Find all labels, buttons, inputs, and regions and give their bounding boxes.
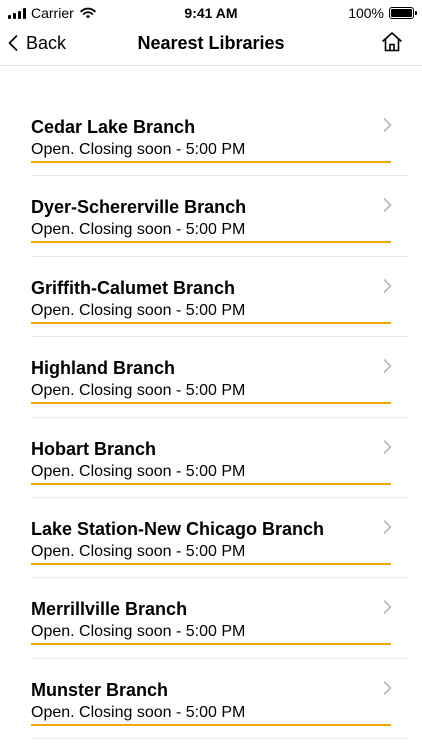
library-hours-status: Open. Closing soon - 5:00 PM xyxy=(31,381,391,405)
library-list-item[interactable]: Cedar Lake Branch Open. Closing soon - 5:… xyxy=(31,96,408,177)
library-hours-status: Open. Closing soon - 5:00 PM xyxy=(31,140,391,163)
library-hours-status: Open. Closing soon - 5:00 PM xyxy=(31,301,391,324)
chevron-right-icon xyxy=(383,600,392,615)
navigation-bar: Back Nearest Libraries xyxy=(0,26,422,66)
chevron-right-icon xyxy=(383,439,392,454)
library-list-item[interactable]: Merrillville Branch Open. Closing soon - … xyxy=(31,578,408,659)
battery-icon xyxy=(389,7,417,19)
library-list-item[interactable]: Dyer-Schererville Branch Open. Closing so… xyxy=(31,176,408,257)
chevron-right-icon xyxy=(383,278,392,293)
chevron-right-icon xyxy=(383,198,392,213)
library-hours-status: Open. Closing soon - 5:00 PM xyxy=(31,622,391,646)
library-list-item[interactable]: Highland Branch Open. Closing soon - 5:00… xyxy=(31,337,408,418)
library-hours-status: Open. Closing soon - 5:00 PM xyxy=(31,703,391,726)
status-bar: Carrier 9:41 AM 100% xyxy=(0,0,422,26)
library-list-item[interactable]: Lake Station-New Chicago Branch Open. Clo… xyxy=(31,498,408,579)
chevron-right-icon xyxy=(383,359,392,373)
library-name: Dyer-Schererville Branch xyxy=(31,197,247,218)
library-name: Griffith-Calumet Branch xyxy=(31,277,236,298)
page-title: Nearest Libraries xyxy=(137,33,285,53)
chevron-right-icon xyxy=(383,118,392,132)
battery-percent: 100% xyxy=(348,5,384,21)
home-icon[interactable] xyxy=(380,30,404,54)
library-list: Cedar Lake Branch Open. Closing soon - 5:… xyxy=(0,96,422,740)
library-name: Munster Branch xyxy=(31,679,169,700)
status-right: 100% xyxy=(348,4,417,22)
library-name: Cedar Lake Branch xyxy=(31,117,196,137)
chevron-right-icon xyxy=(383,520,392,534)
library-hours-status: Open. Closing soon - 5:00 PM xyxy=(31,542,391,565)
library-list-item[interactable]: Munster Branch Open. Closing soon - 5:00 … xyxy=(31,659,408,740)
library-name: Hobart Branch xyxy=(31,438,157,459)
library-name: Merrillville Branch xyxy=(31,599,188,620)
library-hours-status: Open. Closing soon - 5:00 PM xyxy=(31,220,391,244)
library-name: Highland Branch xyxy=(31,358,176,379)
library-name: Lake Station-New Chicago Branch xyxy=(31,518,325,539)
chevron-right-icon xyxy=(383,680,392,695)
library-hours-status: Open. Closing soon - 5:00 PM xyxy=(31,462,391,485)
library-list-item[interactable]: Hobart Branch Open. Closing soon - 5:00 P… xyxy=(31,418,408,498)
library-list-item[interactable]: Griffith-Calumet Branch Open. Closing soo… xyxy=(31,257,408,338)
